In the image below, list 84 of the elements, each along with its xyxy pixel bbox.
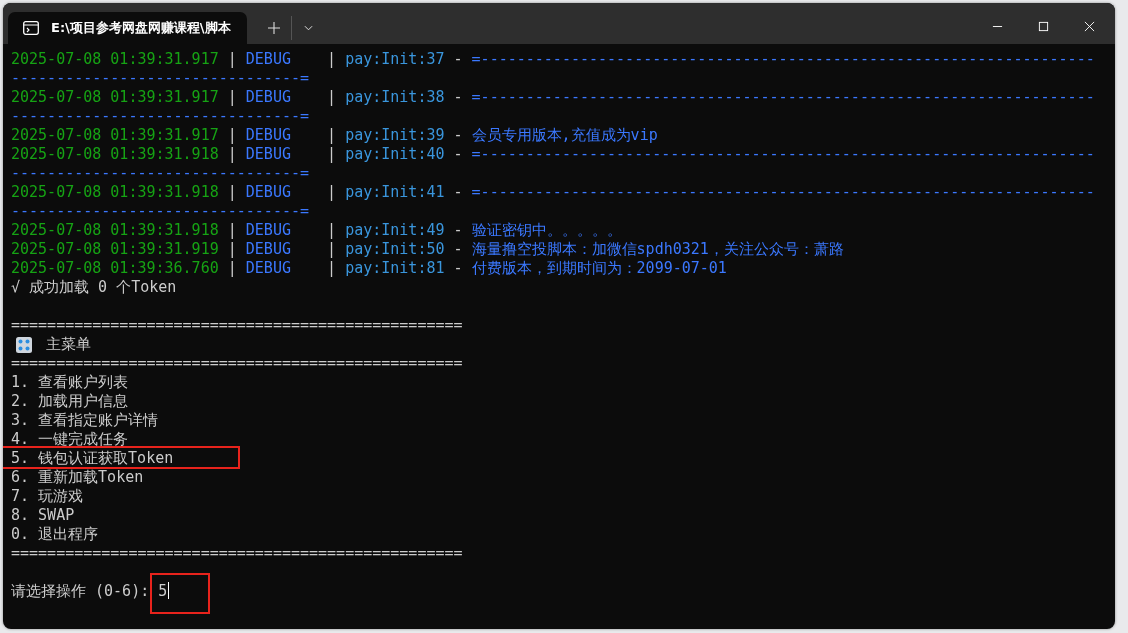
input-prompt: 请选择操作 (0-6):	[11, 582, 151, 600]
log-separator: |	[327, 88, 337, 106]
menu-option: 8. SWAP	[11, 506, 75, 524]
log-level: DEBUG	[245, 259, 292, 278]
menu-rule: ==================================================	[11, 544, 463, 562]
tab[interactable]: E:\项目参考网盘网赚课程\脚本	[8, 12, 247, 44]
log-separator: |	[327, 126, 337, 144]
log-source: pay:Init:38	[345, 88, 445, 106]
log-timestamp: 2025-07-08 01:39:31.918	[11, 145, 219, 163]
maximize-icon[interactable]	[1038, 21, 1049, 32]
log-level: DEBUG	[245, 50, 292, 69]
log-timestamp: 2025-07-08 01:39:31.919	[11, 240, 219, 258]
log-timestamp: 2025-07-08 01:39:31.917	[11, 126, 219, 144]
menu-option: 2. 加载用户信息	[11, 392, 129, 410]
log-source: pay:Init:49	[345, 221, 445, 239]
menu-option: 4. 一键完成任务	[11, 430, 129, 448]
log-separator: -	[453, 221, 463, 239]
log-separator: |	[227, 88, 237, 106]
log-separator: |	[327, 145, 337, 163]
log-separator: -	[453, 126, 463, 144]
log-source: pay:Init:39	[345, 126, 445, 144]
text-cursor	[168, 582, 170, 599]
log-timestamp: 2025-07-08 01:39:36.760	[11, 259, 219, 277]
log-separator: -	[453, 50, 463, 68]
log-separator: |	[327, 240, 337, 258]
log-level: DEBUG	[245, 145, 292, 164]
log-message: =--------------------------------------------------------------------	[471, 183, 1095, 201]
log-separator: -	[453, 240, 463, 258]
log-message-continuation: --------------------------------=	[11, 107, 309, 125]
log-separator: |	[227, 145, 237, 163]
plus-icon[interactable]	[268, 22, 280, 34]
log-source: pay:Init:50	[345, 240, 445, 258]
log-separator: |	[327, 221, 337, 239]
input-field[interactable]: 5	[158, 582, 168, 600]
log-level: DEBUG	[245, 221, 292, 240]
log-separator: |	[327, 50, 337, 68]
log-message-continuation: --------------------------------=	[11, 202, 309, 220]
menu-option: 1. 查看账户列表	[11, 373, 129, 391]
menu-option: 3. 查看指定账户详情	[11, 411, 159, 429]
log-separator: |	[227, 240, 237, 258]
log-separator: -	[453, 88, 463, 106]
log-message-continuation: --------------------------------=	[11, 69, 309, 87]
log-separator: |	[327, 259, 337, 277]
log-level: DEBUG	[245, 126, 292, 145]
log-message: 付费版本，到期时间为：2099-07-01	[471, 259, 727, 277]
log-separator: |	[327, 183, 337, 201]
log-message: 验证密钥中。。。。。	[471, 221, 622, 239]
status-message: √ 成功加载 0 个Token	[11, 278, 177, 296]
log-source: pay:Init:81	[345, 259, 445, 277]
log-message: =--------------------------------------------------------------------	[471, 88, 1095, 106]
tab-title: E:\项目参考网盘网赚课程\脚本	[51, 19, 231, 37]
log-separator: |	[227, 50, 237, 68]
log-timestamp: 2025-07-08 01:39:31.917	[11, 50, 219, 68]
menu-rule: ==================================================	[11, 316, 463, 334]
menu-option: 5. 钱包认证获取Token	[11, 449, 174, 467]
log-message-continuation: --------------------------------=	[11, 164, 309, 182]
log-separator: -	[453, 259, 463, 277]
menu-title: 主菜单	[46, 335, 91, 354]
log-separator: |	[227, 259, 237, 277]
log-message: =--------------------------------------------------------------------	[471, 50, 1095, 68]
menu-option: 6. 重新加载Token	[11, 468, 144, 486]
log-separator: -	[453, 145, 463, 163]
log-source: pay:Init:37	[345, 50, 445, 68]
chevron-down-icon[interactable]	[304, 25, 313, 31]
log-source: pay:Init:40	[345, 145, 445, 163]
menu-option: 0. 退出程序	[11, 525, 99, 543]
log-timestamp: 2025-07-08 01:39:31.918	[11, 183, 219, 201]
menu-rule: ==================================================	[11, 354, 463, 372]
log-separator: |	[227, 183, 237, 201]
log-message: 海量撸空投脚本：加微信spdh0321，关注公众号：萧路	[471, 240, 844, 258]
log-level: DEBUG	[245, 183, 292, 202]
log-separator: |	[227, 126, 237, 144]
log-level: DEBUG	[245, 88, 292, 107]
log-separator: |	[227, 221, 237, 239]
log-message: 会员专用版本,充值成为vip	[471, 126, 658, 144]
menu-option: 7. 玩游戏	[11, 487, 84, 505]
log-message: =--------------------------------------------------------------------	[471, 145, 1095, 163]
close-icon[interactable]	[1084, 21, 1095, 32]
log-timestamp: 2025-07-08 01:39:31.918	[11, 221, 219, 239]
log-separator: -	[453, 183, 463, 201]
log-timestamp: 2025-07-08 01:39:31.917	[11, 88, 219, 106]
log-source: pay:Init:41	[345, 183, 445, 201]
terminal-icon	[23, 21, 39, 35]
log-level: DEBUG	[245, 240, 292, 259]
